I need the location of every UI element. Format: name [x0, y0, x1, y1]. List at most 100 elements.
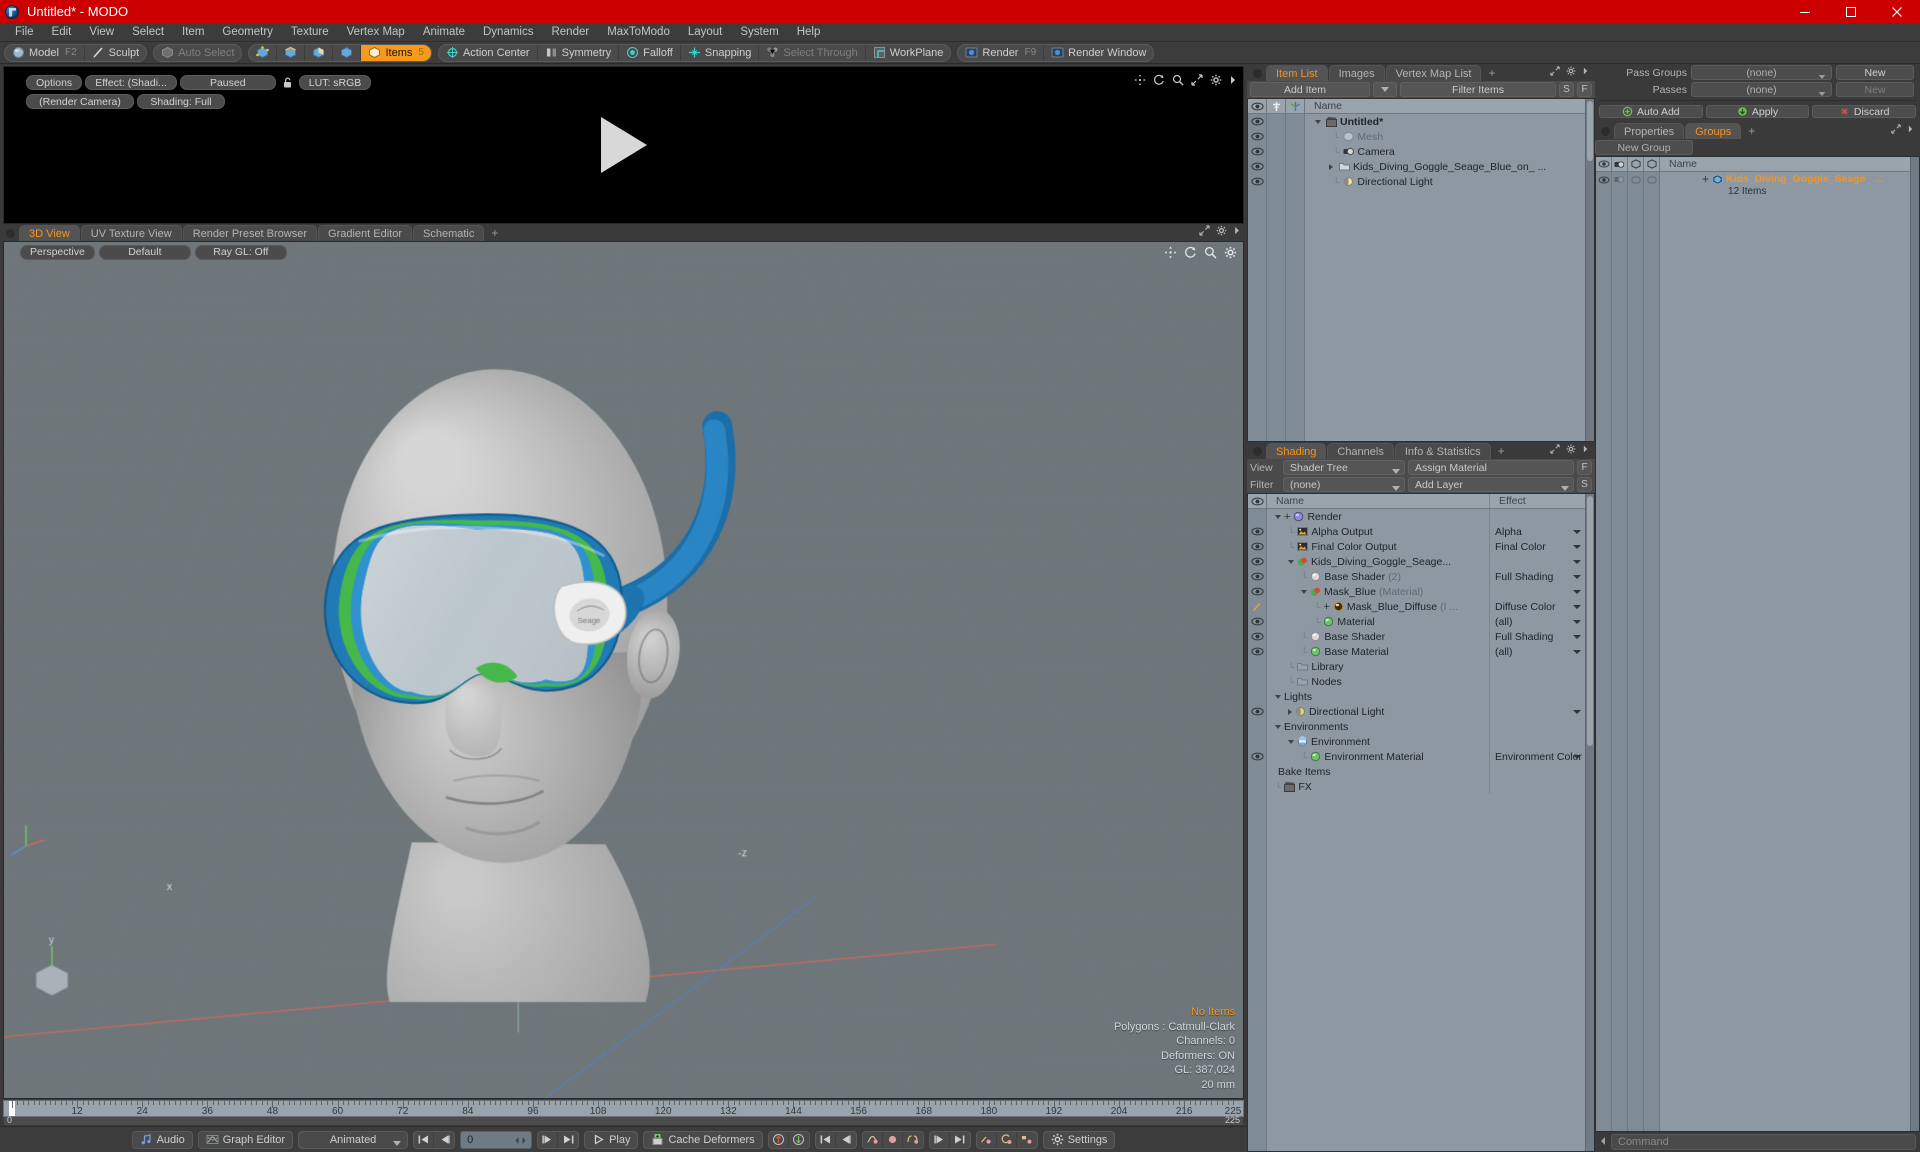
menu-vertex-map[interactable]: Vertex Map [338, 23, 414, 42]
chevron-right-icon[interactable] [1229, 74, 1237, 86]
zoom-icon[interactable] [1172, 74, 1184, 86]
table-row[interactable]: Environment [1267, 734, 1585, 749]
auto-add-button[interactable]: Auto Add [1599, 105, 1703, 118]
table-row[interactable]: Directional Light [1267, 704, 1585, 719]
curve-key-button[interactable] [863, 1131, 883, 1148]
shader-row-effect-cell[interactable]: Full Shading [1489, 629, 1585, 644]
row-visibility-toggle[interactable] [1248, 129, 1266, 144]
load-up-button[interactable] [769, 1131, 789, 1148]
panel-menu-dot-icon[interactable] [1601, 127, 1610, 136]
table-row[interactable]: └ Nodes [1267, 674, 1585, 689]
pass-groups-select[interactable]: (none) [1691, 65, 1832, 80]
row-visibility-toggle[interactable] [1248, 539, 1266, 554]
assign-material-button[interactable]: Assign Material [1408, 460, 1574, 475]
shader-row-effect-cell[interactable]: Environment Color [1489, 749, 1585, 764]
timeline-ruler[interactable]: 12 24 36 48 60 72 84 96 108 120 132 144 156 168 180 192… [3, 1100, 1244, 1117]
viewport-style-button[interactable]: Default [98, 244, 191, 260]
table-row[interactable]: └ Base Material (all) [1267, 644, 1585, 659]
expander-down-icon[interactable] [1275, 514, 1281, 519]
table-row[interactable]: Kids_Diving_Goggle_Seage_Blue_on_ ... [1305, 159, 1585, 174]
auto-select-button[interactable]: Auto Select [154, 45, 241, 61]
menu-edit[interactable]: Edit [43, 23, 81, 42]
go-to-start-button[interactable] [414, 1131, 435, 1148]
row-visibility-toggle[interactable] [1248, 644, 1266, 659]
menu-dynamics[interactable]: Dynamics [474, 23, 542, 42]
chevron-down-icon[interactable] [1573, 545, 1581, 549]
table-row[interactable]: └ Mesh [1305, 129, 1585, 144]
prev-key2-button[interactable] [836, 1132, 856, 1148]
panel-menu-dot-icon[interactable] [6, 229, 15, 238]
tab-properties[interactable]: Properties [1614, 123, 1685, 139]
next-key2-button[interactable] [950, 1132, 970, 1148]
menu-maxtomodo[interactable]: MaxToModo [598, 23, 679, 42]
menu-texture[interactable]: Texture [282, 23, 338, 42]
minimize-button[interactable] [1782, 0, 1828, 23]
3d-viewport[interactable]: Perspective Default Ray GL: Off No Items… [3, 241, 1244, 1099]
tab-uv-texture-view[interactable]: UV Texture View [80, 225, 182, 241]
panel-menu-dot-icon[interactable] [1253, 69, 1262, 78]
animation-mode-select[interactable]: Animated [298, 1130, 409, 1149]
add-tab-button[interactable]: + [1742, 123, 1761, 139]
tab-vertex-map-list[interactable]: Vertex Map List [1385, 65, 1482, 81]
slope-key-button[interactable] [977, 1131, 997, 1148]
new-group-button[interactable]: New Group [1595, 140, 1693, 155]
render-preview-pane[interactable]: Options Effect: (Shadi... Paused LUT: sR… [3, 66, 1244, 224]
options-button[interactable]: Options [26, 75, 83, 90]
load-down-button[interactable] [789, 1132, 809, 1148]
row-visibility-toggle[interactable] [1248, 159, 1266, 174]
table-row[interactable]: Kids_Diving_Goggle_Seage... [1267, 554, 1585, 569]
row-visibility-toggle[interactable] [1248, 554, 1266, 569]
add-item-button[interactable]: Add Item [1250, 82, 1370, 97]
chevron-down-icon[interactable] [1573, 635, 1581, 639]
gear-icon[interactable] [1224, 246, 1237, 259]
row-visibility-toggle[interactable] [1248, 174, 1266, 189]
render-button[interactable]: Render F9 [958, 44, 1045, 61]
frame-stepper-icon[interactable] [514, 1135, 527, 1149]
model-mode-button[interactable]: Model F2 [5, 44, 85, 61]
expander-down-icon[interactable] [1288, 559, 1294, 564]
cycle-key-button[interactable] [997, 1131, 1017, 1148]
item-list-tree[interactable]: Name Untitled* └ Mesh └ Camera Kids_Divi… [1247, 98, 1595, 442]
scrollbar-thumb[interactable] [1587, 101, 1593, 161]
expander-down-icon[interactable] [1275, 694, 1281, 699]
table-row[interactable]: Mask_Blue (Material) [1267, 584, 1585, 599]
apply-button[interactable]: Apply [1705, 105, 1810, 118]
menu-select[interactable]: Select [123, 23, 173, 42]
fit-icon[interactable] [1191, 74, 1203, 86]
table-row[interactable]: Bake Items [1267, 764, 1585, 779]
table-row[interactable]: └ Directional Light [1305, 174, 1585, 189]
current-frame-field[interactable]: 0 [460, 1130, 533, 1149]
tab-schematic[interactable]: Schematic [413, 225, 485, 241]
new-pass-button[interactable]: New [1836, 82, 1914, 97]
tab-render-preset-browser[interactable]: Render Preset Browser [182, 225, 318, 241]
row-visibility-toggle[interactable] [1248, 704, 1266, 719]
sculpt-mode-button[interactable]: Sculpt [85, 45, 147, 61]
table-row[interactable]: Environments [1267, 719, 1585, 734]
chevron-down-icon[interactable] [1573, 590, 1581, 594]
play-triangle-icon[interactable] [600, 117, 647, 173]
row-visibility-toggle[interactable] [1248, 629, 1266, 644]
panel-menu-dot-icon[interactable] [1253, 447, 1262, 456]
discard-button[interactable]: Discard [1812, 105, 1917, 118]
step-forward-button[interactable] [538, 1131, 559, 1148]
snapping-button[interactable]: Snapping [681, 44, 760, 61]
render-window-button[interactable]: Render Window [1044, 45, 1153, 61]
table-row[interactable]: └ Environment Material Environment Color [1267, 749, 1585, 764]
timeline-range-bar[interactable]: 0 225 [3, 1115, 1244, 1126]
row-visibility-toggle[interactable] [1596, 172, 1611, 187]
step-back-button[interactable] [434, 1132, 454, 1148]
shading-s-button[interactable]: S [1577, 477, 1592, 492]
shader-row-effect-cell[interactable]: Final Color [1489, 539, 1585, 554]
menu-geometry[interactable]: Geometry [213, 23, 282, 42]
table-row[interactable]: └ Library [1267, 659, 1585, 674]
render-camera-button[interactable]: (Render Camera) [26, 94, 134, 109]
shader-tree[interactable]: Name Effect + Render └ Alpha Output Alpha └ Fi… [1247, 493, 1595, 1152]
row-visibility-toggle[interactable] [1248, 749, 1266, 764]
menu-help[interactable]: Help [788, 23, 830, 42]
action-center-button[interactable]: Action Center [439, 44, 538, 61]
scrollbar-thumb[interactable] [1587, 496, 1593, 746]
chevron-left-icon[interactable] [1599, 1135, 1607, 1150]
paused-button[interactable]: Paused [179, 75, 276, 90]
tab-channels[interactable]: Channels [1327, 443, 1394, 459]
add-tab-button[interactable]: + [1482, 65, 1501, 81]
